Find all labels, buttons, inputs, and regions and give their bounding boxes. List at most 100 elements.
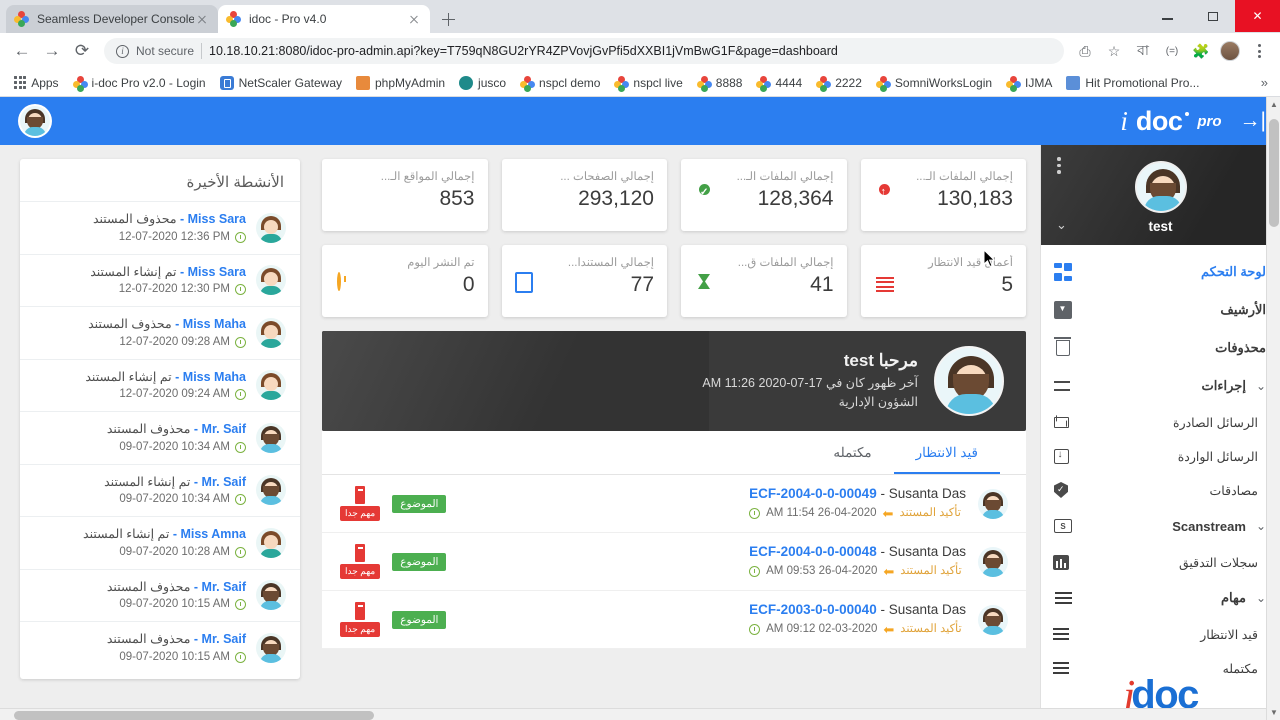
scroll-down-arrow-icon[interactable]: ▼ xyxy=(1267,705,1280,720)
stat-card-total-documents[interactable]: إجمالي المستندا... 77 xyxy=(502,245,668,317)
sidebar-item-outgoing-mail[interactable]: الرسائل الصادرة xyxy=(1041,405,1280,439)
chevron-down-icon[interactable]: ⌄ xyxy=(1256,379,1266,393)
bookmark-jusco[interactable]: jusco xyxy=(453,73,512,93)
reload-icon[interactable]: ⟳ xyxy=(68,37,96,65)
activity-item[interactable]: Mr. Saif - تم إنشاء المستند 09-07-2020 1… xyxy=(20,464,300,517)
priority-flag-icon xyxy=(355,602,365,620)
stat-card-total-sites[interactable]: إجمالي المواقع الـ... 853 xyxy=(322,159,488,231)
stat-card-pending-works[interactable]: أعمال قيد الانتظار 5 xyxy=(861,245,1027,317)
chevron-down-icon[interactable]: ⌄ xyxy=(1256,519,1266,533)
activity-item[interactable]: Mr. Saif - محذوف المستند 09-07-2020 10:1… xyxy=(20,569,300,622)
stat-card-total-files-ok[interactable]: إجمالي الملفات الـ... 128,364 xyxy=(681,159,847,231)
stat-label: إجمالي الملفات الـ... xyxy=(874,169,1014,183)
activity-item[interactable]: Miss Maha - محذوف المستند 12-07-2020 09:… xyxy=(20,306,300,359)
activity-item[interactable]: Mr. Saif - محذوف المستند 09-07-2020 10:3… xyxy=(20,411,300,464)
scroll-up-arrow-icon[interactable]: ▲ xyxy=(1267,97,1280,113)
cast-icon[interactable]: ⎙ xyxy=(1072,38,1098,64)
activity-item[interactable]: Miss Maha - تم إنشاء المستند 12-07-2020 … xyxy=(20,359,300,412)
chevron-down-icon[interactable]: ⌄ xyxy=(1256,591,1266,605)
bookmark-nspcl-live[interactable]: nspcl live xyxy=(608,73,688,93)
activity-action: محذوف المستند xyxy=(107,422,191,436)
activity-item[interactable]: Mr. Saif - محذوف المستند 09-07-2020 10:1… xyxy=(20,621,300,674)
sidebar-item-tasks[interactable]: مهام ⌄ xyxy=(1041,579,1280,617)
sidebar-item-incoming-mail[interactable]: الرسائل الواردة xyxy=(1041,439,1280,473)
media-icon[interactable]: (=) xyxy=(1159,38,1185,64)
stat-card-total-files-upload[interactable]: إجمالي الملفات الـ... 130,183 xyxy=(861,159,1027,231)
bookmark-8888[interactable]: 8888 xyxy=(691,73,749,93)
activity-item[interactable]: Miss Sara - محذوف المستند 12-07-2020 12:… xyxy=(20,201,300,254)
table-row[interactable]: ECF-2004-0-0-00048 - Susanta Das 26-04-2… xyxy=(322,533,1026,591)
navbar-avatar[interactable] xyxy=(18,104,52,138)
sidebar-item-dashboard[interactable]: لوحة التحكم xyxy=(1041,253,1280,291)
scrollbar-thumb[interactable] xyxy=(1269,119,1279,227)
page-scrollbar-vertical[interactable]: ▲ ▼ xyxy=(1266,97,1280,720)
address-bar[interactable]: i Not secure 10.18.10.21:8080/idoc-pro-a… xyxy=(104,38,1064,64)
browser-tab-2[interactable]: idoc - Pro v4.0 xyxy=(218,5,430,33)
welcome-greeting: مرحبا test xyxy=(702,351,918,371)
activity-time: 09-07-2020 10:15 AM xyxy=(119,596,230,613)
priority-indicator: مهم جدا xyxy=(340,486,380,521)
bookmark-ijma[interactable]: IJMA xyxy=(1000,73,1058,93)
sidebar-item-authentications[interactable]: مصادقات xyxy=(1041,473,1280,507)
close-window-button[interactable]: ✕ xyxy=(1235,0,1280,32)
document-ref[interactable]: ECF-2004-0-0-00049 xyxy=(749,486,877,501)
bookmark-netscaler[interactable]: NetScaler Gateway xyxy=(214,73,348,93)
tab-completed[interactable]: مكتمله xyxy=(811,431,893,474)
clock-icon xyxy=(235,337,246,348)
arrow-left-icon: ⬅ xyxy=(883,562,894,582)
logout-arrow-icon[interactable]: →| xyxy=(1240,109,1266,133)
document-ref[interactable]: ECF-2004-0-0-00048 xyxy=(749,544,877,559)
sidebar-item-audit-logs[interactable]: سجلات التدقيق xyxy=(1041,545,1280,579)
phpmyadmin-icon xyxy=(356,76,370,90)
table-row[interactable]: ECF-2003-0-0-00040 - Susanta Das 02-03-2… xyxy=(322,591,1026,649)
bookmark-hit-promotional[interactable]: Hit Promotional Pro... xyxy=(1060,73,1205,93)
bookmark-phpmyadmin[interactable]: phpMyAdmin xyxy=(350,73,451,93)
sidebar-item-archive[interactable]: الأرشيف xyxy=(1041,291,1280,329)
chevron-down-icon[interactable]: ⌄ xyxy=(1056,217,1067,233)
bookmark-somniworks[interactable]: SomniWorksLogin xyxy=(870,73,998,93)
audit-chart-icon xyxy=(1053,552,1069,572)
translate-icon[interactable]: বা xyxy=(1130,38,1156,64)
info-icon[interactable]: i xyxy=(116,45,129,58)
tab-title: Seamless Developer Console v1.0 xyxy=(37,12,194,26)
extension-puzzle-icon[interactable]: 🧩 xyxy=(1188,38,1214,64)
sidebar-item-scanstream[interactable]: S Scanstream ⌄ xyxy=(1041,507,1280,545)
page-scrollbar-horizontal[interactable] xyxy=(0,708,1266,720)
sidebar-item-actions[interactable]: إجراءات ⌄ xyxy=(1041,367,1280,405)
tab-pending[interactable]: قيد الانتظار xyxy=(894,431,1000,474)
bookmark-4444[interactable]: 4444 xyxy=(750,73,808,93)
document-tabs: قيد الانتظار مكتمله xyxy=(322,431,1026,475)
scrollbar-thumb[interactable] xyxy=(14,711,374,720)
toolbar-icons: ⎙ ☆ বা (=) 🧩 xyxy=(1072,38,1272,64)
sidebar-item-pending[interactable]: قيد الانتظار xyxy=(1041,617,1280,651)
chrome-menu-icon[interactable] xyxy=(1246,38,1272,64)
sidebar-item-trash[interactable]: محذوفات xyxy=(1041,329,1280,367)
back-icon[interactable]: ← xyxy=(8,37,36,65)
bookmark-idoc-login[interactable]: i-doc Pro v2.0 - Login xyxy=(67,73,212,93)
browser-tab-1[interactable]: Seamless Developer Console v1.0 xyxy=(6,5,218,33)
document-ref[interactable]: ECF-2003-0-0-00040 xyxy=(749,602,877,617)
avatar[interactable] xyxy=(1135,161,1187,213)
activity-item[interactable]: Miss Amna - تم إنشاء المستند 09-07-2020 … xyxy=(20,516,300,569)
sidebar-item-completed[interactable]: مكتمله xyxy=(1041,651,1280,685)
activity-item[interactable]: Miss Sara - تم إنشاء المستند 12-07-2020 … xyxy=(20,254,300,307)
bookmark-star-icon[interactable]: ☆ xyxy=(1101,38,1127,64)
minimize-button[interactable] xyxy=(1145,0,1190,32)
kebab-menu-icon[interactable] xyxy=(1057,157,1061,174)
bookmarks-overflow-button[interactable]: » xyxy=(1257,75,1272,90)
bookmark-2222[interactable]: 2222 xyxy=(810,73,868,93)
close-icon[interactable] xyxy=(406,11,422,27)
clock-icon xyxy=(749,566,760,577)
stat-card-published-today[interactable]: تم النشر اليوم 0 xyxy=(322,245,488,317)
forward-icon[interactable]: → xyxy=(38,37,66,65)
close-icon[interactable] xyxy=(194,11,210,27)
stat-card-total-pages[interactable]: إجمالي الصفحات ... 293,120 xyxy=(502,159,668,231)
stat-card-files-pending[interactable]: إجمالي الملفات ق... 41 xyxy=(681,245,847,317)
maximize-button[interactable] xyxy=(1190,0,1235,32)
new-tab-button[interactable] xyxy=(434,5,462,33)
table-row[interactable]: ECF-2004-0-0-00049 - Susanta Das 26-04-2… xyxy=(322,475,1026,533)
profile-avatar-icon[interactable] xyxy=(1217,38,1243,64)
bookmark-apps[interactable]: Apps xyxy=(8,73,65,93)
bookmark-nspcl-demo[interactable]: nspcl demo xyxy=(514,73,606,93)
document-sender: Susanta Das xyxy=(889,602,966,617)
